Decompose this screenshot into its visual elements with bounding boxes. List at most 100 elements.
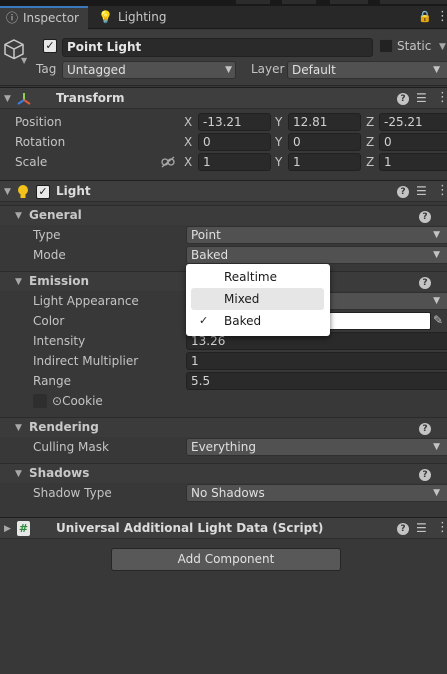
scale-x-field[interactable]: 1 [198,153,271,171]
rendering-section-header[interactable]: ▼ Rendering ? [0,417,447,437]
indirect-multiplier-field[interactable]: 1 [186,352,447,370]
shadows-section-header[interactable]: ▼ Shadows ? [0,463,447,483]
scale-label: Scale [15,155,48,169]
tab-lighting[interactable]: 💡 Lighting [94,6,184,29]
preset-sliders-icon[interactable]: ☰ [416,521,427,535]
help-icon[interactable]: ? [419,211,431,223]
icon-dropdown-icon[interactable]: ▼ [21,56,27,65]
transform-axes-icon [17,93,31,105]
tag-label: Tag [36,62,57,76]
color-label: Color [33,314,65,328]
scale-y-field[interactable]: 1 [288,153,361,171]
light-mode-value: Baked [191,248,229,262]
rotation-y-field[interactable]: 0 [288,133,361,151]
transform-header[interactable]: ▼ Transform ? ☰ ⋮ [0,87,447,109]
range-field[interactable]: 5.5 [186,372,447,390]
help-icon[interactable]: ? [397,186,409,198]
fold-arrow-icon[interactable]: ▼ [15,469,22,479]
menu-item-mixed[interactable]: Mixed [191,288,324,310]
static-checkbox[interactable] [379,39,393,53]
chevron-down-icon: ▼ [433,488,440,498]
info-icon: ⓘ [6,11,19,25]
position-x-field[interactable]: -13.21 [198,113,271,131]
tag-value: Untagged [67,63,126,77]
position-z-field[interactable]: -25.21 [379,113,447,131]
chevron-down-icon: ▼ [433,296,440,306]
help-icon[interactable]: ? [419,423,431,435]
axis-z-label[interactable]: Z [366,115,374,129]
shadow-type-label: Shadow Type [33,486,112,500]
fold-arrow-icon[interactable]: ▼ [4,187,11,197]
culling-mask-value: Everything [191,440,256,454]
axis-y-label[interactable]: Y [275,155,282,169]
type-label: Type [33,228,61,242]
add-component-button[interactable]: Add Component [111,548,341,571]
layer-dropdown[interactable]: Default ▼ [287,61,447,79]
static-dropdown-icon[interactable]: ▼ [439,42,446,52]
lightbulb-icon: 💡 [98,10,113,24]
constrain-proportions-link-icon[interactable] [161,156,175,168]
light-type-dropdown[interactable]: Point ▼ [186,226,447,244]
additional-light-data-header[interactable]: ▶ # Universal Additional Light Data (Scr… [0,517,447,539]
range-label: Range [33,374,72,388]
chevron-down-icon: ▼ [225,65,232,75]
menu-item-label: Mixed [224,292,260,306]
general-section-header[interactable]: ▼ General ? [0,205,447,225]
eyedropper-icon[interactable]: ✎ [433,313,443,327]
cookie-checkbox[interactable] [33,394,47,408]
position-label: Position [15,115,62,129]
fold-arrow-icon[interactable]: ▼ [15,277,22,287]
indirect-multiplier-label: Indirect Multiplier [33,354,139,368]
fold-arrow-icon[interactable]: ▼ [15,423,22,433]
help-icon[interactable]: ? [419,469,431,481]
menu-item-realtime[interactable]: Realtime [186,266,330,288]
help-icon[interactable]: ? [397,93,409,105]
lightbulb-icon [18,185,28,198]
light-enabled-checkbox[interactable]: ✓ [36,185,50,199]
shadows-title: Shadows [29,466,90,480]
fold-arrow-right-icon[interactable]: ▶ [4,524,11,534]
axis-y-label[interactable]: Y [275,135,282,149]
object-active-checkbox[interactable]: ✓ [43,39,57,53]
position-y-field[interactable]: 12.81 [288,113,361,131]
menu-item-baked[interactable]: ✓ Baked [186,310,330,332]
more-menu-icon[interactable]: ⋮ [436,9,447,24]
light-mode-dropdown[interactable]: Baked ▼ [186,246,447,264]
rotation-x-field[interactable]: 0 [198,133,271,151]
shadow-type-dropdown[interactable]: No Shadows ▼ [186,484,447,502]
menu-item-label: Baked [224,314,262,328]
rotation-z-field[interactable]: 0 [379,133,447,151]
checkmark-icon: ✓ [199,314,209,327]
axis-y-label[interactable]: Y [275,115,282,129]
help-icon[interactable]: ? [397,523,409,535]
more-menu-icon[interactable]: ⋮ [436,183,447,198]
toolbar-stub [236,0,270,4]
object-name-input[interactable]: Point Light [62,38,373,57]
fold-arrow-icon[interactable]: ▼ [15,211,22,221]
toolbar-stub [330,0,368,4]
culling-mask-dropdown[interactable]: Everything ▼ [186,438,447,456]
preset-sliders-icon[interactable]: ☰ [416,91,427,105]
axis-z-label[interactable]: Z [366,135,374,149]
fold-arrow-icon[interactable]: ▼ [4,94,11,104]
culling-mask-label: Culling Mask [33,440,109,454]
more-menu-icon[interactable]: ⋮ [436,90,447,105]
tag-dropdown[interactable]: Untagged ▼ [62,61,236,79]
light-type-value: Point [191,228,221,242]
axis-z-label[interactable]: Z [366,155,374,169]
light-header[interactable]: ▼ ✓ Light ? ☰ ⋮ [0,180,447,202]
scale-z-field[interactable]: 1 [379,153,447,171]
additional-light-data-title: Universal Additional Light Data (Script) [56,521,324,535]
lock-icon[interactable]: 🔒 [418,10,432,23]
more-menu-icon[interactable]: ⋮ [436,520,447,535]
help-icon[interactable]: ? [419,277,431,289]
transform-title: Transform [56,91,125,105]
axis-x-label[interactable]: X [184,115,192,129]
axis-x-label[interactable]: X [184,135,192,149]
axis-x-label[interactable]: X [184,155,192,169]
preset-sliders-icon[interactable]: ☰ [416,184,427,198]
tab-inspector[interactable]: ⓘ Inspector [0,6,88,30]
chevron-down-icon: ▼ [433,250,440,260]
light-appearance-label: Light Appearance [33,294,139,308]
cookie-icon: ⊙ [52,394,63,408]
